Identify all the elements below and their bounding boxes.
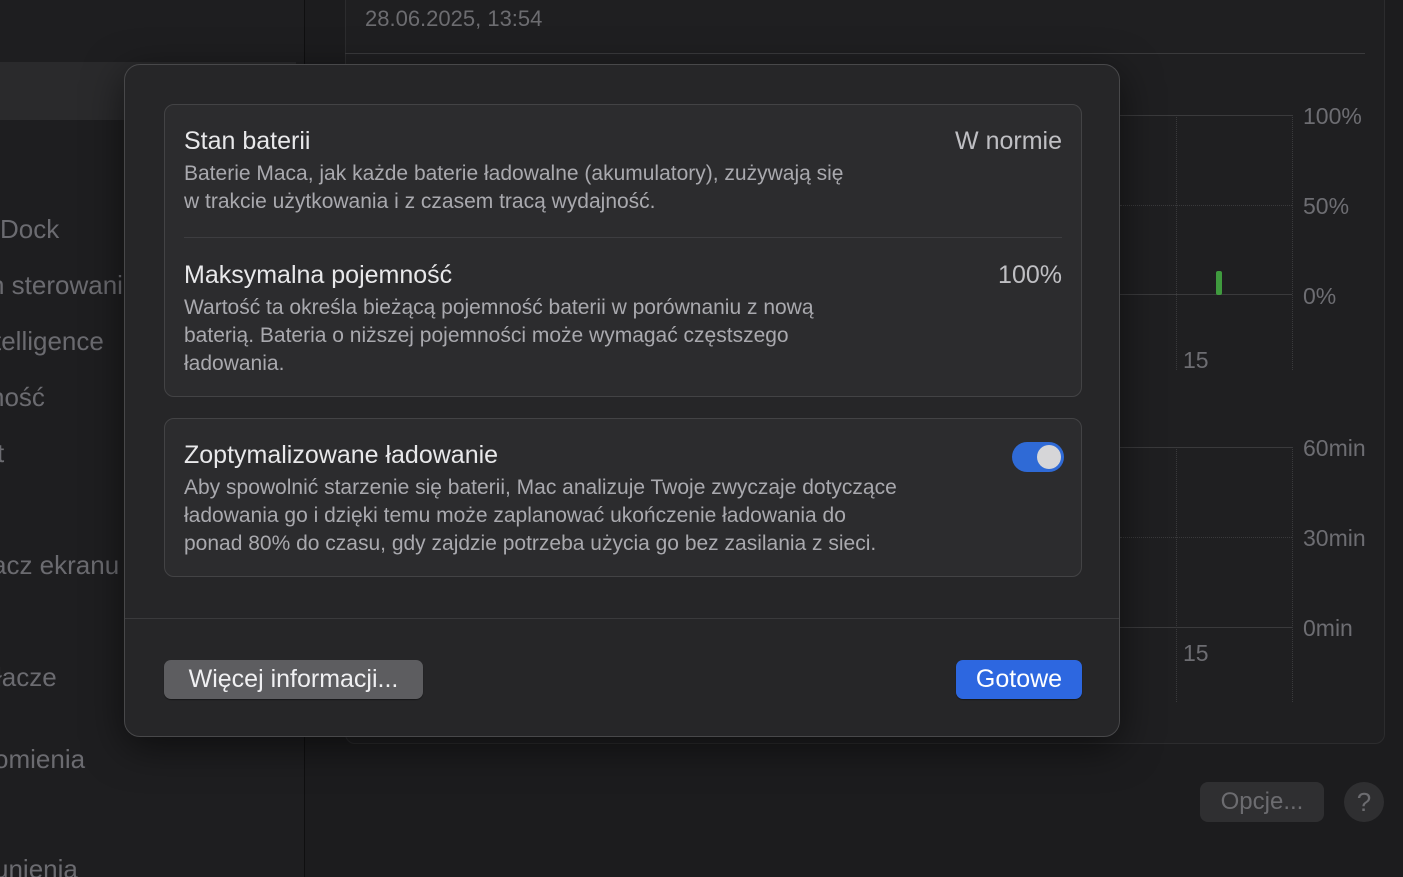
sidebar-item-notifications[interactable]: omienia: [0, 744, 85, 774]
toggle-knob: [1037, 445, 1061, 469]
more-info-button[interactable]: Więcej informacji...: [164, 660, 423, 699]
chart-vgrid-right: [1292, 115, 1293, 370]
chart-separator: [345, 53, 1365, 54]
description-line: baterią. Bateria o niższej pojemności mo…: [184, 324, 789, 347]
done-button[interactable]: Gotowe: [956, 660, 1082, 699]
description-line: ładowania.: [184, 352, 285, 375]
chart-vgrid: [1176, 115, 1177, 370]
sidebar-item-control-center[interactable]: n sterowania: [0, 270, 137, 300]
axis-label-0: 0%: [1303, 283, 1337, 309]
battery-level-bar: [1216, 271, 1222, 295]
optimized-charging-card: Zoptymalizowane ładowanie Aby spowolnić …: [164, 418, 1082, 577]
chart-vgrid-2-right: [1292, 447, 1293, 702]
description-line: ładowania go i dzięki temu może zaplanow…: [184, 504, 846, 527]
max-capacity-value: 100%: [998, 261, 1062, 289]
gridline-30min: [1120, 537, 1292, 538]
gridline-0min: [1120, 627, 1292, 628]
battery-health-title: Stan baterii: [184, 127, 311, 155]
sidebar-item-wallpaper[interactable]: łacze: [0, 662, 57, 692]
axis-label-0min: 0min: [1303, 615, 1353, 641]
chart-date-label: 28.06.2025, 13:54: [365, 6, 543, 31]
sidebar-item-apple-intelligence[interactable]: telligence: [0, 326, 104, 356]
chart-vgrid-2: [1176, 447, 1177, 702]
description-line: Baterie Maca, jak każde baterie ładowaln…: [184, 162, 844, 185]
battery-info-card: Stan baterii W normie Baterie Maca, jak …: [164, 104, 1082, 397]
footer-divider: [125, 618, 1119, 619]
optimized-charging-title: Zoptymalizowane ładowanie: [184, 441, 499, 469]
gridline-0: [1120, 294, 1292, 295]
description-line: ponad 80% do czasu, gdy zajdzie potrzeba…: [184, 532, 877, 555]
description-line: w trakcie użytkowania i z czasem tracą w…: [184, 190, 656, 213]
x-tick-label-2: 15: [1183, 640, 1209, 666]
sidebar-item-accessibility[interactable]: ność: [0, 382, 45, 412]
x-tick-label: 15: [1183, 347, 1209, 373]
axis-label-30min: 30min: [1303, 525, 1366, 551]
gridline-60min: [1120, 447, 1292, 448]
axis-label-50: 50%: [1303, 193, 1350, 219]
max-capacity-description: Wartość ta określa bieżącą pojemność bat…: [184, 294, 1064, 378]
optimized-charging-toggle[interactable]: [1012, 442, 1064, 472]
optimized-charging-description: Aby spowolnić starzenie się baterii, Mac…: [184, 474, 1064, 558]
axis-label-60min: 60min: [1303, 435, 1366, 461]
gridline-50: [1120, 205, 1292, 206]
description-line: Wartość ta określa bieżącą pojemność bat…: [184, 296, 814, 319]
sidebar-item-dock[interactable]: Dock: [0, 214, 59, 244]
sidebar-item-spotlight[interactable]: t: [0, 438, 4, 468]
system-settings-window: Dock n sterowania telligence ność t acz …: [0, 0, 1403, 877]
sidebar-item-screen-saver[interactable]: acz ekranu: [0, 550, 119, 580]
description-line: Aby spowolnić starzenie się baterii, Mac…: [184, 476, 897, 499]
axis-label-100: 100%: [1303, 103, 1362, 129]
battery-health-value: W normie: [955, 127, 1062, 155]
sidebar-item-sound[interactable]: unienia: [0, 854, 78, 877]
help-button[interactable]: ?: [1344, 782, 1384, 822]
gridline-100: [1120, 115, 1292, 116]
row-divider: [184, 237, 1062, 238]
battery-health-sheet: Stan baterii W normie Baterie Maca, jak …: [124, 64, 1120, 737]
options-button[interactable]: Opcje...: [1200, 782, 1324, 822]
battery-health-description: Baterie Maca, jak każde baterie ładowaln…: [184, 160, 1064, 216]
max-capacity-title: Maksymalna pojemność: [184, 261, 453, 289]
